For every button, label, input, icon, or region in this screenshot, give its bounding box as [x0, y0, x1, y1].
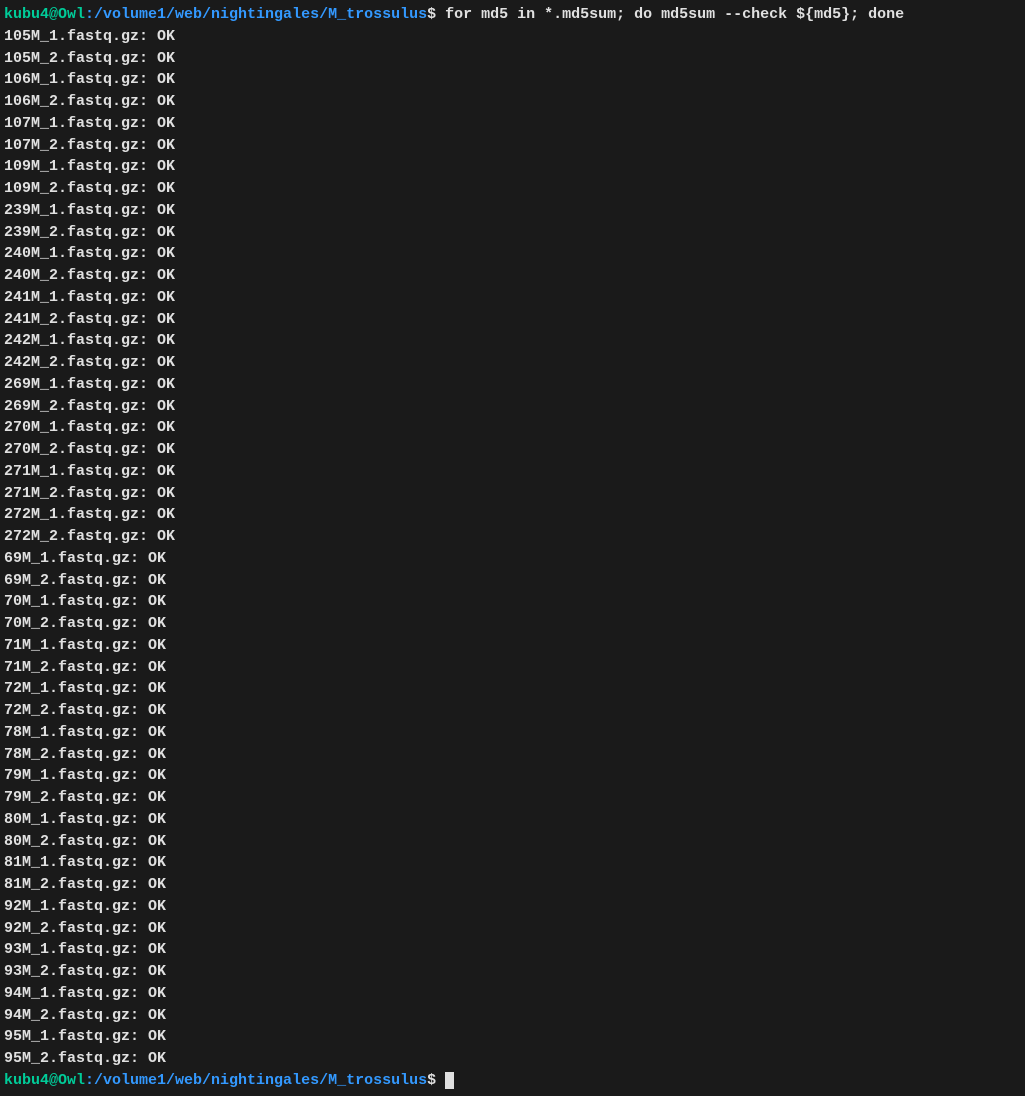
output-line: 109M_2.fastq.gz: OK — [4, 178, 1021, 200]
output-line: 240M_1.fastq.gz: OK — [4, 243, 1021, 265]
output-line: 270M_2.fastq.gz: OK — [4, 439, 1021, 461]
output-line: 242M_2.fastq.gz: OK — [4, 352, 1021, 374]
output-line: 106M_1.fastq.gz: OK — [4, 69, 1021, 91]
prompt-colon: : — [85, 6, 94, 23]
terminal[interactable]: kubu4@Owl:/volume1/web/nightingales/M_tr… — [4, 4, 1021, 1092]
output-line: 93M_2.fastq.gz: OK — [4, 961, 1021, 983]
output-line: 105M_2.fastq.gz: OK — [4, 48, 1021, 70]
output-line: 239M_2.fastq.gz: OK — [4, 222, 1021, 244]
output-line: 69M_2.fastq.gz: OK — [4, 570, 1021, 592]
output-line: 241M_2.fastq.gz: OK — [4, 309, 1021, 331]
output-line: 81M_2.fastq.gz: OK — [4, 874, 1021, 896]
prompt-dollar: $ — [427, 6, 445, 23]
output-line: 70M_1.fastq.gz: OK — [4, 591, 1021, 613]
output-line: 78M_2.fastq.gz: OK — [4, 744, 1021, 766]
output-line: 271M_1.fastq.gz: OK — [4, 461, 1021, 483]
output-line: 93M_1.fastq.gz: OK — [4, 939, 1021, 961]
output-line: 92M_1.fastq.gz: OK — [4, 896, 1021, 918]
output-line: 69M_1.fastq.gz: OK — [4, 548, 1021, 570]
prompt-path: /volume1/web/nightingales/M_trossulus — [94, 6, 427, 23]
output-line: 79M_1.fastq.gz: OK — [4, 765, 1021, 787]
prompt-colon: : — [85, 1072, 94, 1089]
output-line: 72M_1.fastq.gz: OK — [4, 678, 1021, 700]
command-line-1: kubu4@Owl:/volume1/web/nightingales/M_tr… — [4, 4, 1021, 26]
output-line: 71M_1.fastq.gz: OK — [4, 635, 1021, 657]
output-line: 270M_1.fastq.gz: OK — [4, 417, 1021, 439]
output-line: 94M_2.fastq.gz: OK — [4, 1005, 1021, 1027]
prompt-user: kubu4@Owl — [4, 1072, 85, 1089]
output-line: 78M_1.fastq.gz: OK — [4, 722, 1021, 744]
output-line: 94M_1.fastq.gz: OK — [4, 983, 1021, 1005]
output-line: 72M_2.fastq.gz: OK — [4, 700, 1021, 722]
output-line: 269M_1.fastq.gz: OK — [4, 374, 1021, 396]
output-line: 239M_1.fastq.gz: OK — [4, 200, 1021, 222]
output-line: 105M_1.fastq.gz: OK — [4, 26, 1021, 48]
output-line: 95M_2.fastq.gz: OK — [4, 1048, 1021, 1070]
output-line: 81M_1.fastq.gz: OK — [4, 852, 1021, 874]
output-line: 106M_2.fastq.gz: OK — [4, 91, 1021, 113]
output-line: 80M_1.fastq.gz: OK — [4, 809, 1021, 831]
output-line: 269M_2.fastq.gz: OK — [4, 396, 1021, 418]
output-block: 105M_1.fastq.gz: OK105M_2.fastq.gz: OK10… — [4, 26, 1021, 1070]
output-line: 95M_1.fastq.gz: OK — [4, 1026, 1021, 1048]
output-line: 71M_2.fastq.gz: OK — [4, 657, 1021, 679]
output-line: 107M_2.fastq.gz: OK — [4, 135, 1021, 157]
output-line: 242M_1.fastq.gz: OK — [4, 330, 1021, 352]
output-line: 241M_1.fastq.gz: OK — [4, 287, 1021, 309]
output-line: 240M_2.fastq.gz: OK — [4, 265, 1021, 287]
output-line: 109M_1.fastq.gz: OK — [4, 156, 1021, 178]
output-line: 107M_1.fastq.gz: OK — [4, 113, 1021, 135]
command-line-2[interactable]: kubu4@Owl:/volume1/web/nightingales/M_tr… — [4, 1070, 1021, 1092]
output-line: 80M_2.fastq.gz: OK — [4, 831, 1021, 853]
output-line: 79M_2.fastq.gz: OK — [4, 787, 1021, 809]
output-line: 272M_1.fastq.gz: OK — [4, 504, 1021, 526]
prompt-user: kubu4@Owl — [4, 6, 85, 23]
command-text: for md5 in *.md5sum; do md5sum --check $… — [445, 6, 904, 23]
output-line: 272M_2.fastq.gz: OK — [4, 526, 1021, 548]
prompt-path: /volume1/web/nightingales/M_trossulus — [94, 1072, 427, 1089]
cursor-icon — [445, 1072, 454, 1089]
output-line: 92M_2.fastq.gz: OK — [4, 918, 1021, 940]
output-line: 70M_2.fastq.gz: OK — [4, 613, 1021, 635]
output-line: 271M_2.fastq.gz: OK — [4, 483, 1021, 505]
prompt-dollar: $ — [427, 1072, 445, 1089]
